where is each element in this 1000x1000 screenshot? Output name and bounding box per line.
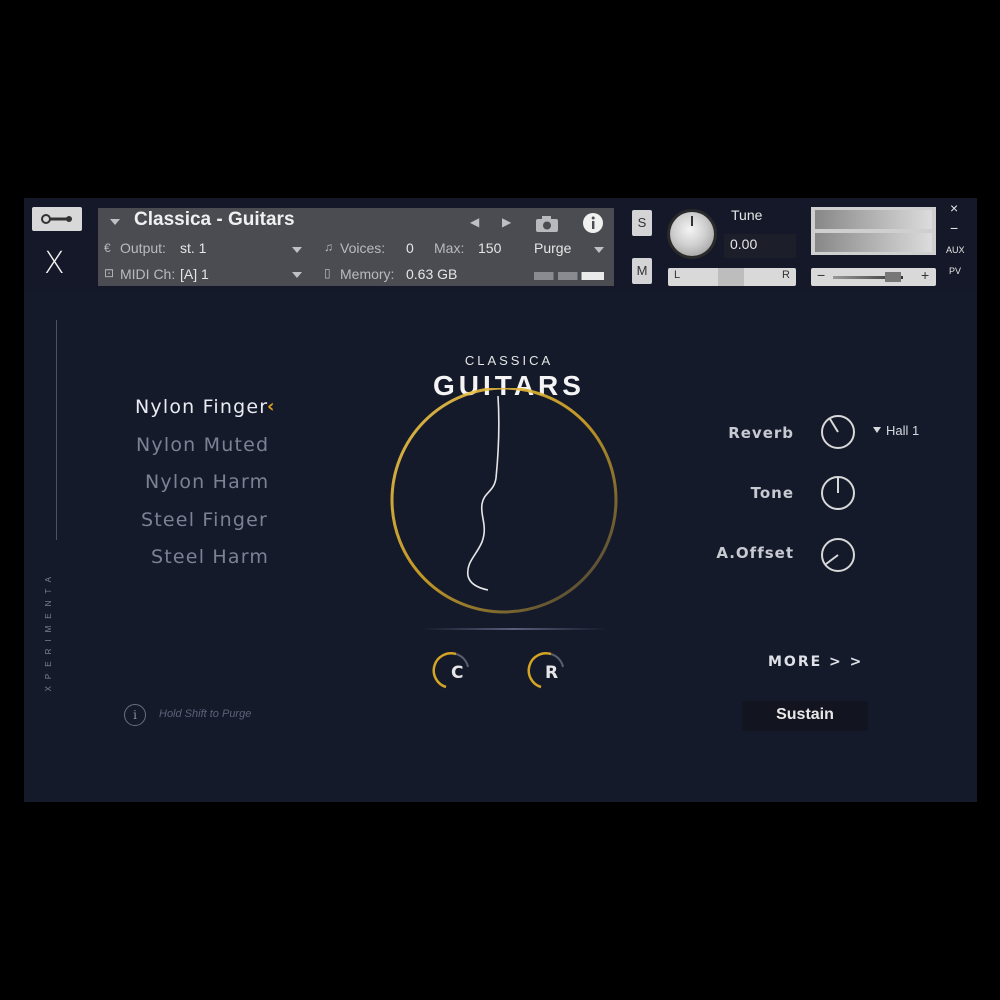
edit-instrument-button[interactable] (32, 207, 82, 231)
more-button[interactable]: MORE > > (768, 654, 863, 670)
center-divider (422, 628, 606, 630)
purge-menu[interactable]: Purge (534, 240, 571, 256)
reverb-type-select[interactable]: Hall 1 (886, 423, 919, 438)
memory-label: Memory: (340, 266, 395, 282)
voices-label: Voices: (340, 240, 386, 256)
camera-icon[interactable] (535, 215, 559, 233)
tune-value: 0.00 (730, 236, 758, 252)
attack-offset-knob[interactable] (820, 537, 856, 573)
pan-left-label: L (674, 269, 681, 281)
instrument-info-box: Classica - Guitars ◀ ▶ € Output: st. 1 ♫… (98, 208, 614, 286)
articulation-nylon-harm[interactable]: Nylon Harm (145, 471, 269, 493)
midi-channel-label: MIDI Ch: (120, 266, 176, 282)
midi-icon: ⊡ (104, 266, 115, 280)
info-icon[interactable] (582, 212, 604, 234)
memory-icon: ▯ (324, 266, 331, 280)
output-icon: € (104, 241, 111, 255)
guitar-ring-emblem (390, 388, 618, 614)
purge-dropdown-icon[interactable] (594, 247, 604, 253)
prev-arrow-icon[interactable]: ◀ (470, 215, 479, 229)
volume-minus-icon[interactable]: − (817, 267, 825, 283)
articulation-nylon-muted[interactable]: Nylon Muted (136, 434, 269, 456)
volume-slider[interactable]: − + (811, 267, 936, 286)
minimize-icon[interactable]: − (950, 220, 958, 236)
output-dropdown-icon[interactable] (292, 247, 302, 253)
reverb-label: Reverb (728, 424, 794, 442)
brand-subtitle: CLASSICA (464, 353, 554, 368)
level-meter-left (815, 210, 932, 229)
tune-knob[interactable] (670, 212, 714, 256)
reverb-knob[interactable] (820, 414, 856, 450)
aux-button[interactable]: AUX (946, 245, 965, 255)
volume-plus-icon[interactable]: + (921, 267, 929, 283)
tone-knob[interactable] (820, 475, 856, 511)
volume-handle[interactable] (885, 272, 901, 282)
pv-button[interactable]: PV (949, 266, 961, 276)
output-select[interactable]: st. 1 (180, 240, 206, 256)
midi-dropdown-icon[interactable] (292, 272, 302, 278)
level-meter-right (815, 233, 932, 252)
close-mic-label: C (451, 663, 464, 683)
guitar-outline-icon (466, 395, 500, 591)
purge-hint-text: Hold Shift to Purge (159, 708, 252, 720)
vertical-brand-text: XPERIMENTA (44, 570, 66, 691)
articulation-steel-harm[interactable]: Steel Harm (151, 546, 269, 568)
voices-value: 0 (406, 240, 414, 256)
pan-handle[interactable] (718, 268, 744, 286)
pan-right-label: R (782, 269, 790, 281)
memory-value: 0.63 GB (406, 266, 458, 282)
output-label: Output: (120, 240, 166, 256)
tune-value-field[interactable]: 0.00 (724, 234, 796, 258)
midi-channel-select[interactable]: [A] 1 (180, 266, 209, 282)
voices-icon: ♫ (324, 240, 333, 254)
close-icon[interactable]: × (950, 200, 958, 216)
side-divider (56, 320, 57, 540)
mute-button[interactable]: M (632, 258, 652, 284)
next-arrow-icon[interactable]: ▶ (502, 215, 511, 229)
attack-offset-label: A.Offset (716, 544, 794, 562)
instrument-header-bar: X Classica - Guitars ◀ ▶ € Output: st. 1… (24, 198, 977, 290)
tune-label: Tune (731, 207, 763, 223)
articulation-steel-finger[interactable]: Steel Finger (141, 509, 268, 531)
room-mic-label: R (545, 663, 559, 683)
brand-logo: X (44, 246, 65, 281)
articulation-nylon-finger[interactable]: Nylon Finger (135, 396, 268, 418)
wrench-icon (41, 214, 72, 224)
selected-arrow-icon: ‹ (267, 396, 275, 417)
level-meter (811, 207, 936, 255)
cpu-meter (534, 272, 604, 280)
tone-label: Tone (750, 484, 794, 502)
solo-button[interactable]: S (632, 210, 652, 236)
reverb-type-dropdown-icon[interactable] (873, 427, 881, 433)
instrument-title[interactable]: Classica - Guitars (134, 209, 295, 231)
pan-slider[interactable]: L R (668, 268, 796, 286)
info-icon: i (124, 704, 146, 726)
instrument-panel: X Classica - Guitars ◀ ▶ € Output: st. 1… (24, 198, 977, 802)
sustain-button[interactable]: Sustain (742, 701, 868, 731)
max-label: Max: (434, 240, 465, 256)
max-voices-field[interactable]: 150 (478, 240, 501, 256)
chevron-down-icon[interactable] (110, 219, 120, 225)
vertical-brand-label: XPERIMENTA (44, 570, 53, 692)
